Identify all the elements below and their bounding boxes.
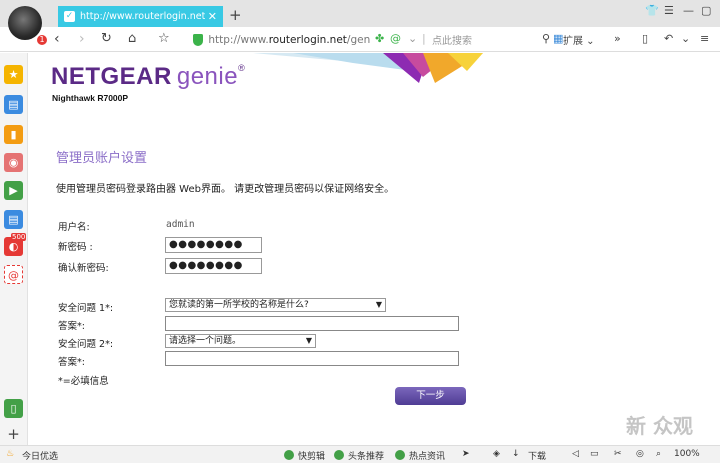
security-question-1-label: 安全问题 1*: (58, 303, 114, 314)
clip-icon (284, 450, 294, 460)
double-chevron-icon[interactable]: » (614, 32, 621, 45)
swirl-icon[interactable]: @ (390, 32, 401, 45)
phone-icon[interactable]: ▯ (642, 32, 648, 45)
tab-title: http://www.routerlogin.net/ge (80, 11, 205, 22)
watermark: 新 众观 (626, 414, 693, 438)
clipboard-icon[interactable]: ▯ (4, 399, 23, 418)
more-menu-icon[interactable]: ≡ (700, 32, 709, 45)
page-favicon-icon: ✓ (64, 11, 75, 22)
search-input[interactable]: 点此搜索 (432, 32, 472, 47)
status-item-clip[interactable]: 快剪辑 (298, 449, 325, 462)
news-icon (395, 450, 405, 460)
speed-mode-icon[interactable]: ✤ (375, 32, 384, 45)
divider-icon: | (422, 32, 426, 45)
security-question-1-select[interactable]: 您就读的第一所学校的名称是什么? ▼ (165, 298, 386, 312)
page-title: 管理员账户设置 (56, 151, 148, 166)
video-play-icon[interactable]: ▶ (4, 181, 23, 200)
new-password-label: 新密码 : (58, 242, 93, 253)
menu-lines-icon[interactable]: ☰ (664, 4, 674, 17)
netgear-logo: NETGEAR genie® (51, 63, 246, 90)
security-question-2-select[interactable]: 请选择一个问题。 ▼ (165, 334, 316, 348)
answer-1-input[interactable] (165, 316, 459, 331)
answer-1-label: 答案*: (58, 321, 85, 332)
home-icon[interactable]: ⌂ (128, 31, 136, 47)
maximize-icon[interactable]: ▢ (701, 4, 711, 17)
layout-icon[interactable]: ▭ (590, 449, 599, 459)
screenshot-icon[interactable]: ✂ (614, 449, 622, 459)
new-tab-button[interactable]: + (229, 6, 242, 24)
chevron-down-icon: ▼ (305, 336, 313, 345)
email-at-icon[interactable]: @ (4, 265, 23, 284)
tab-close-icon[interactable]: ✕ (208, 10, 217, 23)
browser-tab-active[interactable]: ✓ http://www.routerlogin.net/ge ✕ (58, 6, 223, 27)
answer-2-label: 答案*: (58, 357, 85, 368)
status-item-hotnews[interactable]: 热点资讯 (409, 449, 445, 462)
next-button[interactable]: 下一步 (395, 387, 466, 405)
username-label: 用户名: (58, 222, 90, 233)
navigation-bar: ‹ › ↻ ⌂ ☆ http://www.routerlogin.net/gen… (0, 27, 720, 52)
recommend-icon[interactable]: ♨ (6, 449, 14, 459)
page-content: NETGEAR genie® Nighthawk R7000P 管理员账户设置 使… (33, 53, 720, 445)
add-sidebar-icon[interactable]: + (4, 425, 23, 444)
undo-icon[interactable]: ↶ (664, 32, 673, 45)
favorites-star-icon[interactable]: ★ (4, 65, 23, 84)
user-avatar[interactable] (8, 6, 42, 40)
download-icon[interactable]: ↓ (512, 449, 520, 459)
required-note: *=必填信息 (58, 376, 109, 387)
extensions-menu[interactable]: 扩展 ⌄ (563, 32, 595, 47)
username-value: admin (166, 219, 195, 230)
shield-secure-icon (193, 33, 204, 46)
sidebar-badge: 500 (11, 233, 27, 241)
zoom-icon[interactable]: ⌕ (656, 449, 661, 459)
left-sidebar: ★ ▤ ▮ ◉ ▶ ▤ ◐ 500 @ ▯ + (0, 53, 28, 445)
status-item-headlines[interactable]: 头条推荐 (348, 449, 384, 462)
status-bar: ♨ 今日优选 快剪辑 头条推荐 热点资讯 ➤ ◈ ↓ 下载 ◁ ▭ ✂ ◎ ⌕ … (0, 445, 720, 463)
speaker-icon[interactable]: ◁ (572, 449, 579, 459)
game-controller-icon[interactable]: ◉ (4, 153, 23, 172)
shield-status-icon[interactable]: ◈ (493, 449, 500, 459)
address-bar[interactable]: http://www.routerlogin.net/genie (193, 30, 370, 49)
forward-arrow-icon[interactable]: › (79, 31, 85, 47)
bookmark-book-icon[interactable]: ▮ (4, 125, 23, 144)
router-model: Nighthawk R7000P (52, 93, 129, 103)
answer-2-input[interactable] (165, 351, 459, 366)
star-bookmark-icon[interactable]: ☆ (158, 31, 170, 47)
dropdown-icon[interactable]: ⌄ (681, 32, 690, 45)
url-text[interactable]: http://www.routerlogin.net/genie (208, 34, 370, 46)
zoom-level[interactable]: 100% (674, 449, 700, 459)
cursor-icon[interactable]: ➤ (462, 449, 470, 459)
news-panel-icon[interactable]: ▤ (4, 95, 23, 114)
shirt-skin-icon[interactable]: 👕 (645, 4, 659, 17)
search-icon[interactable]: ⚲ (542, 32, 550, 45)
page-description: 使用管理员密码登录路由器 Web界面。 请更改管理员密码以保证网络安全。 (56, 184, 395, 195)
status-item-download[interactable]: 下载 (528, 449, 546, 462)
new-password-field[interactable]: ●●●●●●●● (165, 237, 262, 253)
back-arrow-icon[interactable]: ‹ (54, 31, 60, 47)
banner-graphic (253, 53, 483, 83)
confirm-password-field[interactable]: ●●●●●●●● (165, 258, 262, 274)
confirm-password-label: 确认新密码: (58, 263, 109, 274)
mute-icon[interactable]: ◎ (636, 449, 644, 459)
tab-bar: 1 ✓ http://www.routerlogin.net/ge ✕ + 👕 … (0, 0, 720, 45)
minimize-icon[interactable]: — (683, 4, 694, 17)
refresh-icon[interactable]: ↻ (101, 31, 112, 47)
today-picks-link[interactable]: 今日优选 (22, 449, 58, 462)
play-icon (334, 450, 344, 460)
chevron-down-icon: ▼ (375, 300, 383, 309)
security-question-2-label: 安全问题 2*: (58, 339, 114, 350)
notification-badge: 1 (37, 35, 47, 45)
grid-apps-icon[interactable]: ▦ (553, 32, 563, 45)
chevron-down-icon[interactable]: ⌄ (408, 32, 417, 45)
document-icon[interactable]: ▤ (4, 210, 23, 229)
